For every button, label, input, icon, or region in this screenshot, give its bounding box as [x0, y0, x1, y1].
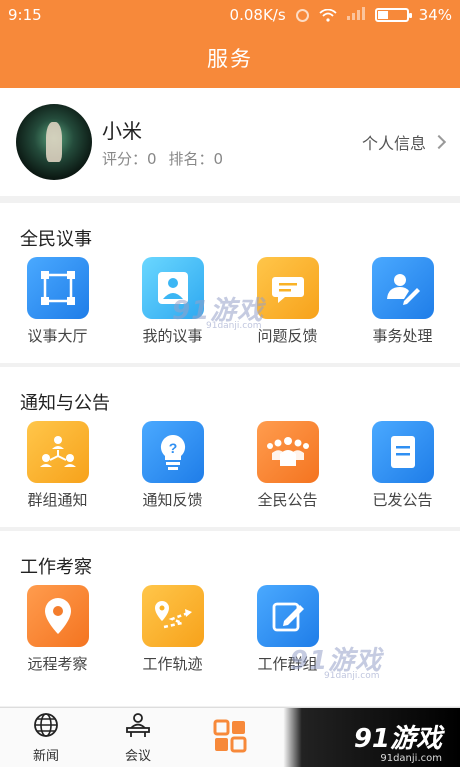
grid-item-label: 已发公告: [372, 491, 433, 509]
network-speed: 0.08K/s: [229, 6, 286, 24]
section-work-inspection: 工作考察 远程考察 工作轨迹 工作群组: [0, 531, 460, 706]
avatar[interactable]: [16, 104, 92, 180]
meeting-icon: [125, 712, 151, 742]
grid-item-label: 议事大厅: [27, 327, 88, 345]
user-score: 评分：0: [102, 150, 157, 168]
svg-text:?: ?: [168, 440, 177, 456]
location-pin-icon: [26, 585, 89, 647]
route-icon: [141, 585, 204, 647]
section-title: 全民议事: [20, 229, 92, 250]
grid-item-public-notice[interactable]: 全民公告: [230, 421, 345, 510]
tab-services[interactable]: [184, 708, 276, 767]
grid-item-label: 事务处理: [372, 327, 433, 345]
watermark-logo: 91游戏 91danji.com: [290, 646, 383, 681]
document-icon: [371, 421, 434, 483]
user-name: 小米: [102, 119, 142, 143]
grid-item-remote-inspection[interactable]: 远程考察: [0, 585, 115, 674]
section-public-discussion: 全民议事 议事大厅 我的议事 问题反馈 事务处理: [0, 203, 460, 363]
app-header: 9:15 0.08K/s 34% 服务: [0, 0, 460, 88]
battery-percent: 34%: [418, 6, 452, 24]
question-bulb-icon: ?: [141, 421, 204, 483]
grid-item-group-notice[interactable]: 群组通知: [0, 421, 115, 510]
wifi-icon: [319, 8, 337, 22]
grid-icon: [213, 719, 247, 757]
edit-icon: [256, 585, 319, 647]
profile-card[interactable]: 小米 评分：0 排名：0 个人信息: [0, 88, 460, 196]
grid-item-discussion-hall[interactable]: 议事大厅: [0, 257, 115, 346]
battery-icon: [374, 8, 412, 22]
chevron-right-icon: [431, 134, 447, 150]
crowd-icon: [256, 421, 319, 483]
grid-item-label: 问题反馈: [257, 327, 318, 345]
grid-item-label: 远程考察: [27, 655, 88, 673]
frame-icon: [26, 257, 89, 319]
user-edit-icon: [371, 257, 434, 319]
grid-item-affairs[interactable]: 事务处理: [345, 257, 460, 346]
grid-item-label: 群组通知: [27, 491, 88, 509]
personal-info-label: 个人信息: [361, 134, 426, 153]
grid-item-sent-notice[interactable]: 已发公告: [345, 421, 460, 510]
status-time: 9:15: [8, 6, 42, 24]
section-title: 工作考察: [20, 557, 92, 578]
watermark-logo-bottom: 91游戏 91danji.com: [353, 724, 442, 764]
tab-label: 会议: [124, 748, 151, 764]
page-title: 服务: [207, 47, 253, 71]
user-stats: 评分：0 排名：0: [102, 148, 362, 169]
grid-item-label: 工作轨迹: [142, 655, 203, 673]
group-icon: [26, 421, 89, 483]
status-bar: 9:15 0.08K/s 34%: [0, 0, 460, 30]
section-title: 通知与公告: [20, 393, 110, 414]
grid-item-work-track[interactable]: 工作轨迹: [115, 585, 230, 674]
globe-icon: [33, 712, 59, 742]
signal-icon: [346, 6, 365, 24]
user-rank: 排名：0: [168, 150, 224, 168]
grid-item-label: 通知反馈: [142, 491, 203, 509]
section-notifications: 通知与公告 群组通知 ? 通知反馈 全民公告 已发公告: [0, 367, 460, 527]
tab-label: 新闻: [32, 748, 59, 764]
tab-news[interactable]: 新闻: [0, 708, 92, 767]
watermark-logo: 91游戏 91danji.com: [172, 296, 265, 331]
chat-icon: [256, 257, 319, 319]
profile-info: 小米 评分：0 排名：0: [102, 115, 362, 169]
personal-info-link[interactable]: 个人信息: [361, 130, 447, 154]
sync-icon: [295, 8, 309, 22]
grid-item-notice-feedback[interactable]: ? 通知反馈: [115, 421, 230, 510]
grid-item-label: 全民公告: [257, 491, 318, 509]
tab-meeting[interactable]: 会议: [92, 708, 184, 767]
